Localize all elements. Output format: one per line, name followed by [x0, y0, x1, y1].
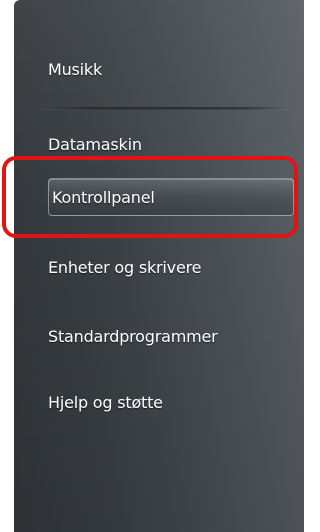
menu-item-label: Kontrollpanel	[52, 187, 155, 207]
background-strip	[304, 0, 320, 532]
screenshot: Musikk Datamaskin Kontrollpanel Enheter …	[0, 0, 320, 532]
menu-item-label: Musikk	[48, 59, 103, 79]
menu-separator	[44, 107, 289, 110]
menu-item-label: Datamaskin	[48, 134, 142, 154]
menu-item-kontrollpanel[interactable]: Kontrollpanel	[32, 178, 294, 216]
menu-item-label: Enheter og skrivere	[48, 257, 202, 277]
menu-item-label: Standardprogrammer	[48, 326, 218, 346]
menu-item-hjelp-og-stotte[interactable]: Hjelp og støtte	[32, 383, 294, 421]
menu-item-standardprogrammer[interactable]: Standardprogrammer	[32, 317, 294, 355]
menu-item-enheter-og-skrivere[interactable]: Enheter og skrivere	[32, 248, 294, 286]
menu-item-musikk[interactable]: Musikk	[32, 50, 294, 88]
menu-item-label: Hjelp og støtte	[48, 392, 163, 412]
start-menu-right-pane: Musikk Datamaskin Kontrollpanel Enheter …	[14, 0, 304, 532]
menu-item-datamaskin[interactable]: Datamaskin	[32, 125, 294, 163]
